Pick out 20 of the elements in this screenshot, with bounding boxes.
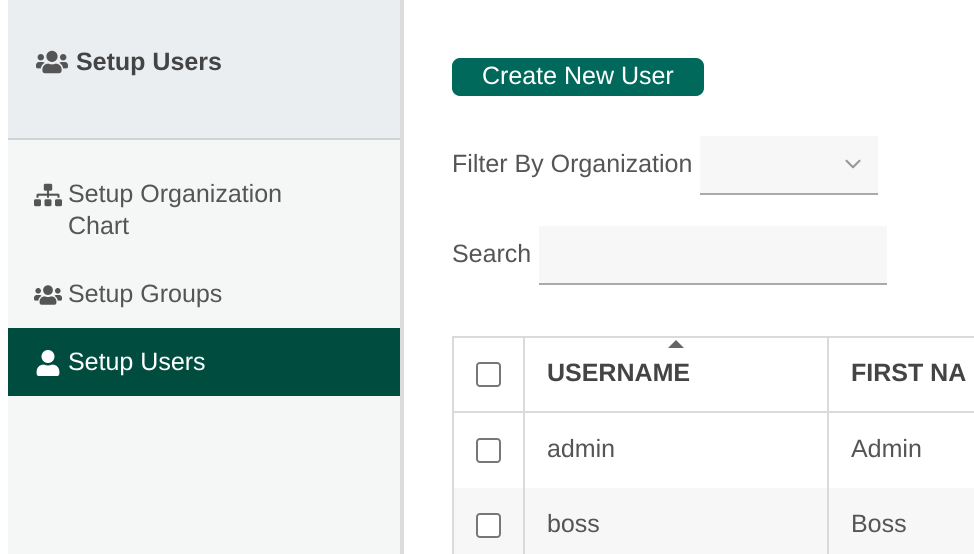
group-icon: [36, 48, 68, 76]
table-cell: boss: [525, 488, 829, 554]
sidebar-item[interactable]: Setup Groups: [8, 260, 400, 328]
group-icon: [34, 282, 62, 308]
sidebar-item[interactable]: Setup Users: [8, 328, 400, 396]
checkbox[interactable]: [476, 438, 501, 462]
filter-label: Filter By Organization: [452, 149, 692, 180]
table-cell: Boss: [829, 488, 974, 554]
user-icon: [34, 350, 62, 376]
checkbox[interactable]: [476, 512, 501, 538]
sort-up-icon: [668, 340, 684, 348]
create-user-button[interactable]: Create New User: [452, 58, 704, 96]
search-field[interactable]: [539, 226, 888, 284]
sidebar-item[interactable]: Setup Organization Chart: [8, 160, 400, 260]
search-label: Search: [452, 239, 532, 270]
checkbox[interactable]: [476, 362, 501, 386]
column-header[interactable]: USERNAME: [525, 338, 829, 410]
sidebar-title: Setup Users: [76, 48, 222, 76]
org-chart-icon: [34, 182, 62, 208]
column-header[interactable]: FIRST NA: [829, 338, 974, 410]
